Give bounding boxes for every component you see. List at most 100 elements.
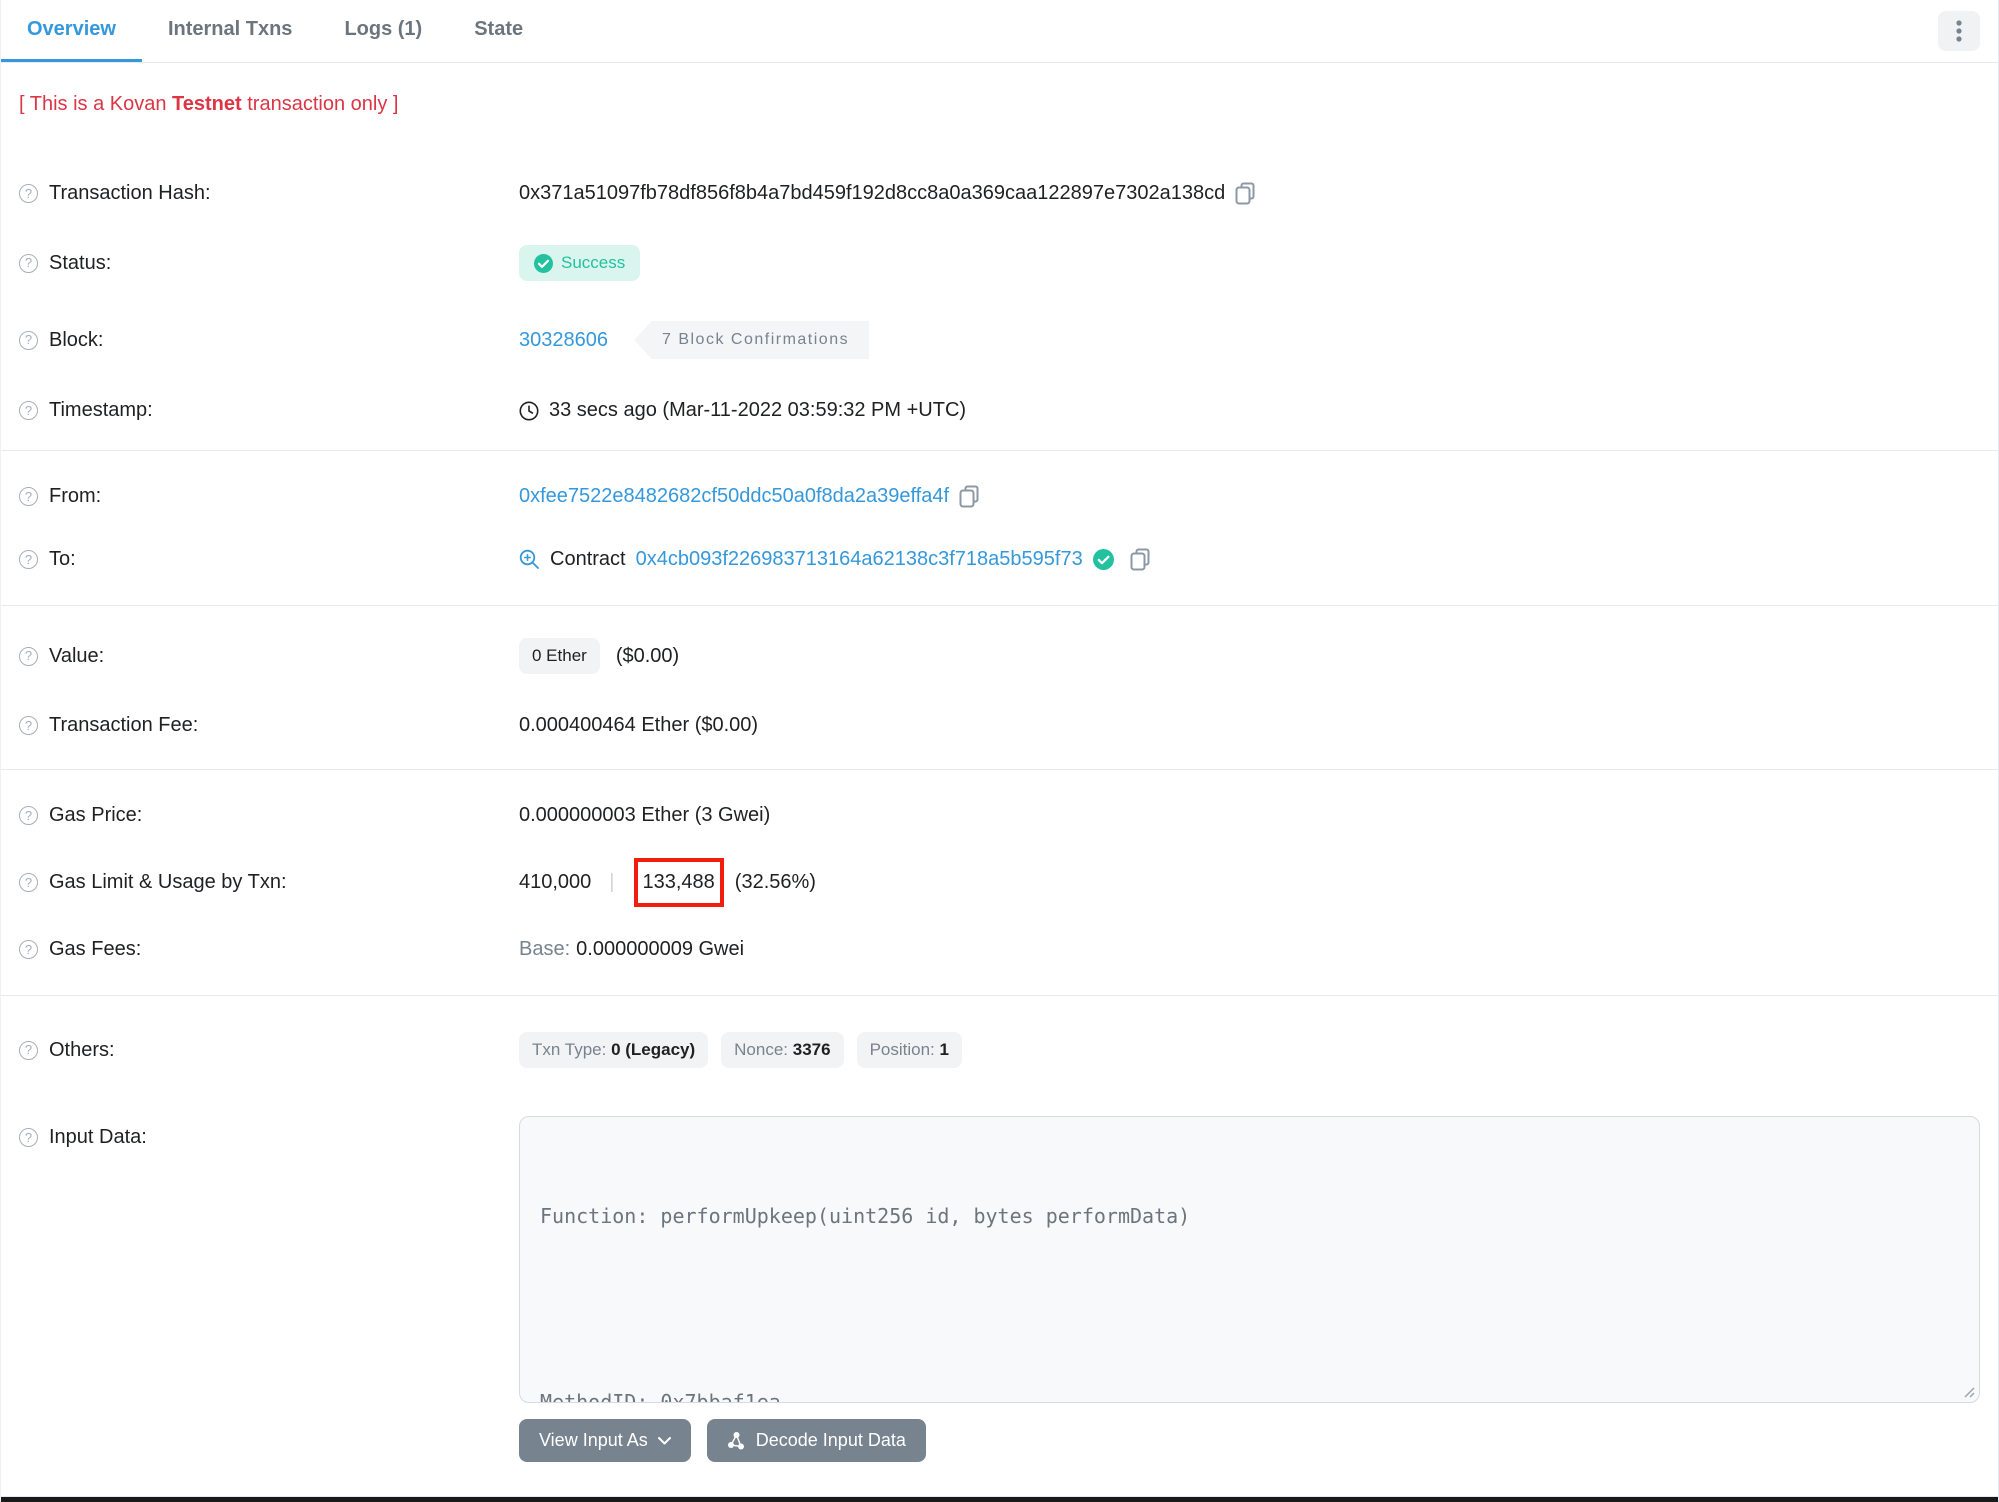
block-label-wrap: ? Block: [19, 329, 519, 352]
to-contract-prefix: Contract [550, 548, 626, 570]
value-label: Value: [49, 644, 105, 667]
more-options-button[interactable] [1938, 11, 1980, 51]
txn-type-badge-label: Txn Type: [532, 1040, 612, 1059]
gas-fees-base-label: Base: [519, 938, 571, 960]
decode-input-data-label: Decode Input Data [755, 1430, 906, 1450]
group-others-input: ? Others: Txn Type: 0 (Legacy) Nonce: 33… [1, 996, 1998, 1497]
decode-input-data-button[interactable]: Decode Input Data [706, 1419, 926, 1462]
help-icon[interactable]: ? [19, 330, 38, 350]
group-value-fee: ? Value: 0 Ether ($0.00) ? Transaction F… [1, 606, 1998, 770]
input-blank-line [540, 1294, 1959, 1325]
timestamp-label: Timestamp: [49, 399, 153, 421]
row-timestamp: ? Timestamp: 33 secs ago (Mar-11-2022 03… [1, 379, 1998, 442]
gas-used-percent: (32.56%) [734, 871, 816, 893]
gas-price-value: 0.000000003 Ether (3 Gwei) [519, 804, 771, 826]
gas-limit-value: 410,000 [519, 871, 592, 893]
gas-fees-label: Gas Fees: [49, 938, 142, 960]
row-from: ? From: 0xfee7522e8482682cf50ddc50a0f8da… [1, 465, 1998, 528]
testnet-warning-bold: Testnet [172, 93, 242, 115]
tab-logs-label: Logs (1) [344, 18, 423, 40]
help-icon[interactable]: ? [19, 1128, 38, 1147]
help-icon[interactable]: ? [19, 940, 38, 959]
view-input-as-button[interactable]: View Input As [519, 1419, 691, 1462]
tab-internal-txns-label: Internal Txns [167, 18, 293, 40]
group-hash-status-block-time: ? Transaction Hash: 0x371a51097fb78df856… [1, 154, 1998, 451]
input-data-box[interactable]: Function: performUpkeep(uint256 id, byte… [519, 1116, 1980, 1403]
txn-type-badge-value: 0 (Legacy) [611, 1040, 696, 1059]
testnet-warning: [ This is a Kovan Testnet transaction on… [1, 63, 1998, 154]
tab-bar: Overview Internal Txns Logs (1) State [1, 0, 1998, 63]
tab-state[interactable]: State [448, 0, 549, 62]
copy-to-address-button[interactable] [1130, 548, 1151, 571]
help-icon[interactable]: ? [19, 1040, 38, 1060]
block-number-link[interactable]: 30328606 [519, 329, 608, 352]
row-gas-fees: ? Gas Fees: Base: 0.000000009 Gwei [1, 918, 1998, 981]
nonce-badge-label: Nonce: [734, 1040, 793, 1059]
position-badge: Position: 1 [856, 1032, 962, 1068]
testnet-warning-prefix: [ This is a Kovan [19, 93, 173, 115]
row-to: ? To: Contract 0x4cb093f226983713164a621… [1, 528, 1998, 591]
value-usd: ($0.00) [615, 644, 680, 667]
status-badge: Success [519, 245, 641, 281]
kebab-menu-icon [1956, 20, 1962, 42]
help-icon[interactable]: ? [19, 806, 38, 825]
status-badge-text: Success [561, 253, 626, 272]
gas-price-label-wrap: ? Gas Price: [19, 804, 519, 827]
gas-price-label: Gas Price: [49, 804, 143, 826]
help-icon[interactable]: ? [19, 646, 38, 666]
position-badge-label: Position: [869, 1040, 940, 1059]
txn-type-badge: Txn Type: 0 (Legacy) [519, 1032, 709, 1068]
help-icon[interactable]: ? [19, 253, 38, 273]
help-icon[interactable]: ? [19, 716, 38, 735]
help-icon[interactable]: ? [19, 873, 38, 892]
testnet-warning-suffix: transaction only ] [241, 93, 399, 115]
row-status: ? Status: Success [1, 225, 1998, 301]
copy-icon [1130, 548, 1150, 571]
row-value: ? Value: 0 Ether ($0.00) [1, 618, 1998, 694]
tab-internal-txns[interactable]: Internal Txns [142, 0, 318, 62]
row-others: ? Others: Txn Type: 0 (Legacy) Nonce: 33… [1, 1012, 1998, 1088]
to-label: To: [49, 548, 76, 570]
to-address-link[interactable]: 0x4cb093f226983713164a62138c3f718a5b595f… [636, 548, 1083, 571]
row-input-data: ? Input Data: Function: performUpkeep(ui… [1, 1088, 1998, 1486]
status-label: Status: [49, 251, 112, 274]
input-data-label-wrap: ? Input Data: [19, 1126, 519, 1149]
gas-fees-base-value: 0.000000009 Gwei [576, 938, 745, 960]
copy-txhash-button[interactable] [1235, 182, 1256, 205]
help-icon[interactable]: ? [19, 550, 38, 569]
clock-icon [519, 401, 539, 420]
decode-share-icon [727, 1432, 744, 1450]
block-label: Block: [49, 328, 104, 351]
tab-overview[interactable]: Overview [1, 0, 142, 62]
transaction-fee-value: 0.000400464 Ether ($0.00) [519, 714, 759, 736]
help-icon[interactable]: ? [19, 401, 38, 420]
input-data-label: Input Data: [49, 1126, 147, 1148]
input-methodid-line: MethodID: 0x7bbaf1ea [540, 1390, 781, 1403]
nonce-badge: Nonce: 3376 [721, 1032, 844, 1068]
annotation-red-box: 133,488 [633, 858, 724, 907]
transaction-hash-label: Transaction Hash: [49, 182, 211, 204]
copy-icon [959, 485, 979, 508]
help-icon[interactable]: ? [19, 184, 38, 203]
bottom-border-bar [1, 1497, 1998, 1502]
gas-limit-label: Gas Limit & Usage by Txn: [49, 871, 287, 893]
input-function-line: Function: performUpkeep(uint256 id, byte… [540, 1204, 1191, 1228]
zoom-search-icon[interactable] [519, 549, 540, 570]
row-gas-limit-usage: ? Gas Limit & Usage by Txn: 410,000 | 13… [1, 847, 1998, 918]
nonce-badge-value: 3376 [792, 1040, 831, 1059]
block-confirmations-badge: 7 Block Confirmations [633, 321, 870, 359]
tab-state-label: State [474, 18, 524, 40]
gas-used-value: 133,488 [642, 871, 715, 893]
chevron-down-icon [657, 1436, 671, 1444]
gas-fees-label-wrap: ? Gas Fees: [19, 938, 519, 961]
copy-from-address-button[interactable] [959, 485, 980, 508]
group-gas: ? Gas Price: 0.000000003 Ether (3 Gwei) … [1, 770, 1998, 996]
row-transaction-fee: ? Transaction Fee: 0.000400464 Ether ($0… [1, 694, 1998, 757]
resize-handle-icon[interactable] [1959, 1382, 1975, 1398]
row-block: ? Block: 30328606 7 Block Confirmations [1, 301, 1998, 379]
tab-logs[interactable]: Logs (1) [318, 0, 448, 62]
help-icon[interactable]: ? [19, 487, 38, 506]
transaction-fee-label: Transaction Fee: [49, 714, 199, 736]
status-label-wrap: ? Status: [19, 252, 519, 275]
from-address-link[interactable]: 0xfee7522e8482682cf50ddc50a0f8da2a39effa… [519, 485, 949, 508]
